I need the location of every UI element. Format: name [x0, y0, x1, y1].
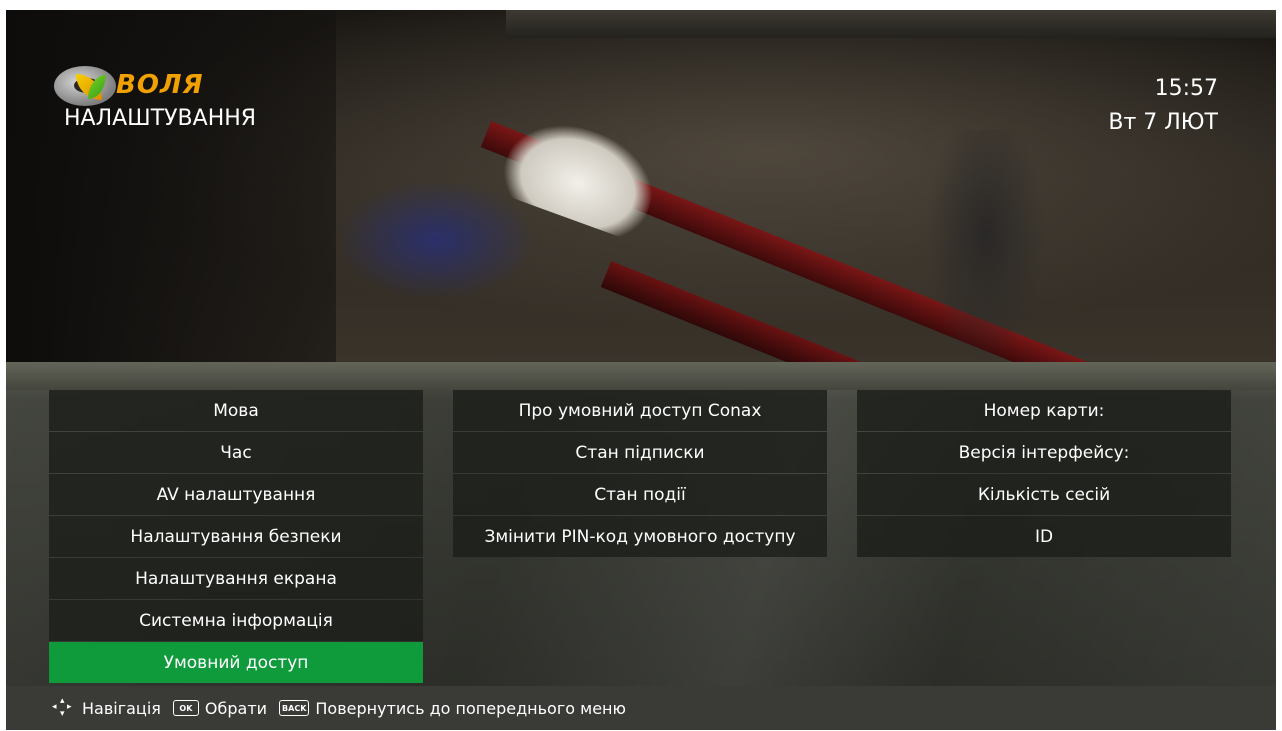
menu-item-security-settings[interactable]: Налаштування безпеки [49, 516, 423, 557]
clock-date: Вт 7 ЛЮТ [1108, 110, 1218, 135]
video-stands [506, 10, 1276, 38]
voliya-logo: ВОЛЯ [54, 66, 204, 106]
back-key-icon: BACK [279, 700, 310, 716]
menu-item-conditional-access[interactable]: Умовний доступ [49, 642, 423, 683]
hint-select-label: Обрати [204, 698, 268, 718]
menu-item-language[interactable]: Мова [49, 390, 423, 431]
menu-item-time[interactable]: Час [49, 432, 423, 473]
hint-bar: ▴ ▾ ◂ ▸ Навігація OK Обрати BACK Поверну… [6, 686, 1276, 730]
navigation-arrows-icon: ▴ ▾ ◂ ▸ [52, 696, 72, 719]
info-session-count: Кількість сесій [857, 474, 1231, 515]
submenu-item-subscription-status[interactable]: Стан підписки [453, 432, 827, 473]
info-panel: Номер карти: Версія інтерфейсу: Кількіст… [857, 390, 1231, 558]
settings-panel: Мова Час AV налаштування Налаштування бе… [6, 362, 1276, 686]
info-card-number: Номер карти: [857, 390, 1231, 431]
submenu-item-about-conax[interactable]: Про умовний доступ Conax [453, 390, 827, 431]
main-menu: Мова Час AV налаштування Налаштування бе… [49, 390, 423, 684]
video-background [6, 10, 1276, 362]
hint-back-label: Повернутись до попереднього меню [315, 698, 626, 718]
page-title: НАЛАШТУВАННЯ [64, 106, 257, 131]
clock-time: 15:57 [1154, 76, 1218, 101]
menu-item-system-info[interactable]: Системна інформація [49, 600, 423, 641]
menu-item-screen-settings[interactable]: Налаштування екрана [49, 558, 423, 599]
menu-item-av-settings[interactable]: AV налаштування [49, 474, 423, 515]
video-rider [336, 180, 536, 300]
video-shadow [6, 10, 336, 362]
ok-key-icon: OK [172, 700, 199, 716]
logo-brand-text: ВОЛЯ [116, 70, 204, 100]
submenu-item-event-status[interactable]: Стан події [453, 474, 827, 515]
submenu: Про умовний доступ Conax Стан підписки С… [453, 390, 827, 558]
panel-top-band [6, 362, 1276, 390]
info-id: ID [857, 516, 1231, 557]
hint-navigate-label: Навігація [82, 698, 161, 718]
video-person [926, 130, 1046, 362]
info-interface-version: Версія інтерфейсу: [857, 432, 1231, 473]
submenu-item-change-pin[interactable]: Змінити PIN-код умовного доступу [453, 516, 827, 557]
tv-screen: ВОЛЯ НАЛАШТУВАННЯ 15:57 Вт 7 ЛЮТ Мова Ча… [6, 10, 1276, 730]
